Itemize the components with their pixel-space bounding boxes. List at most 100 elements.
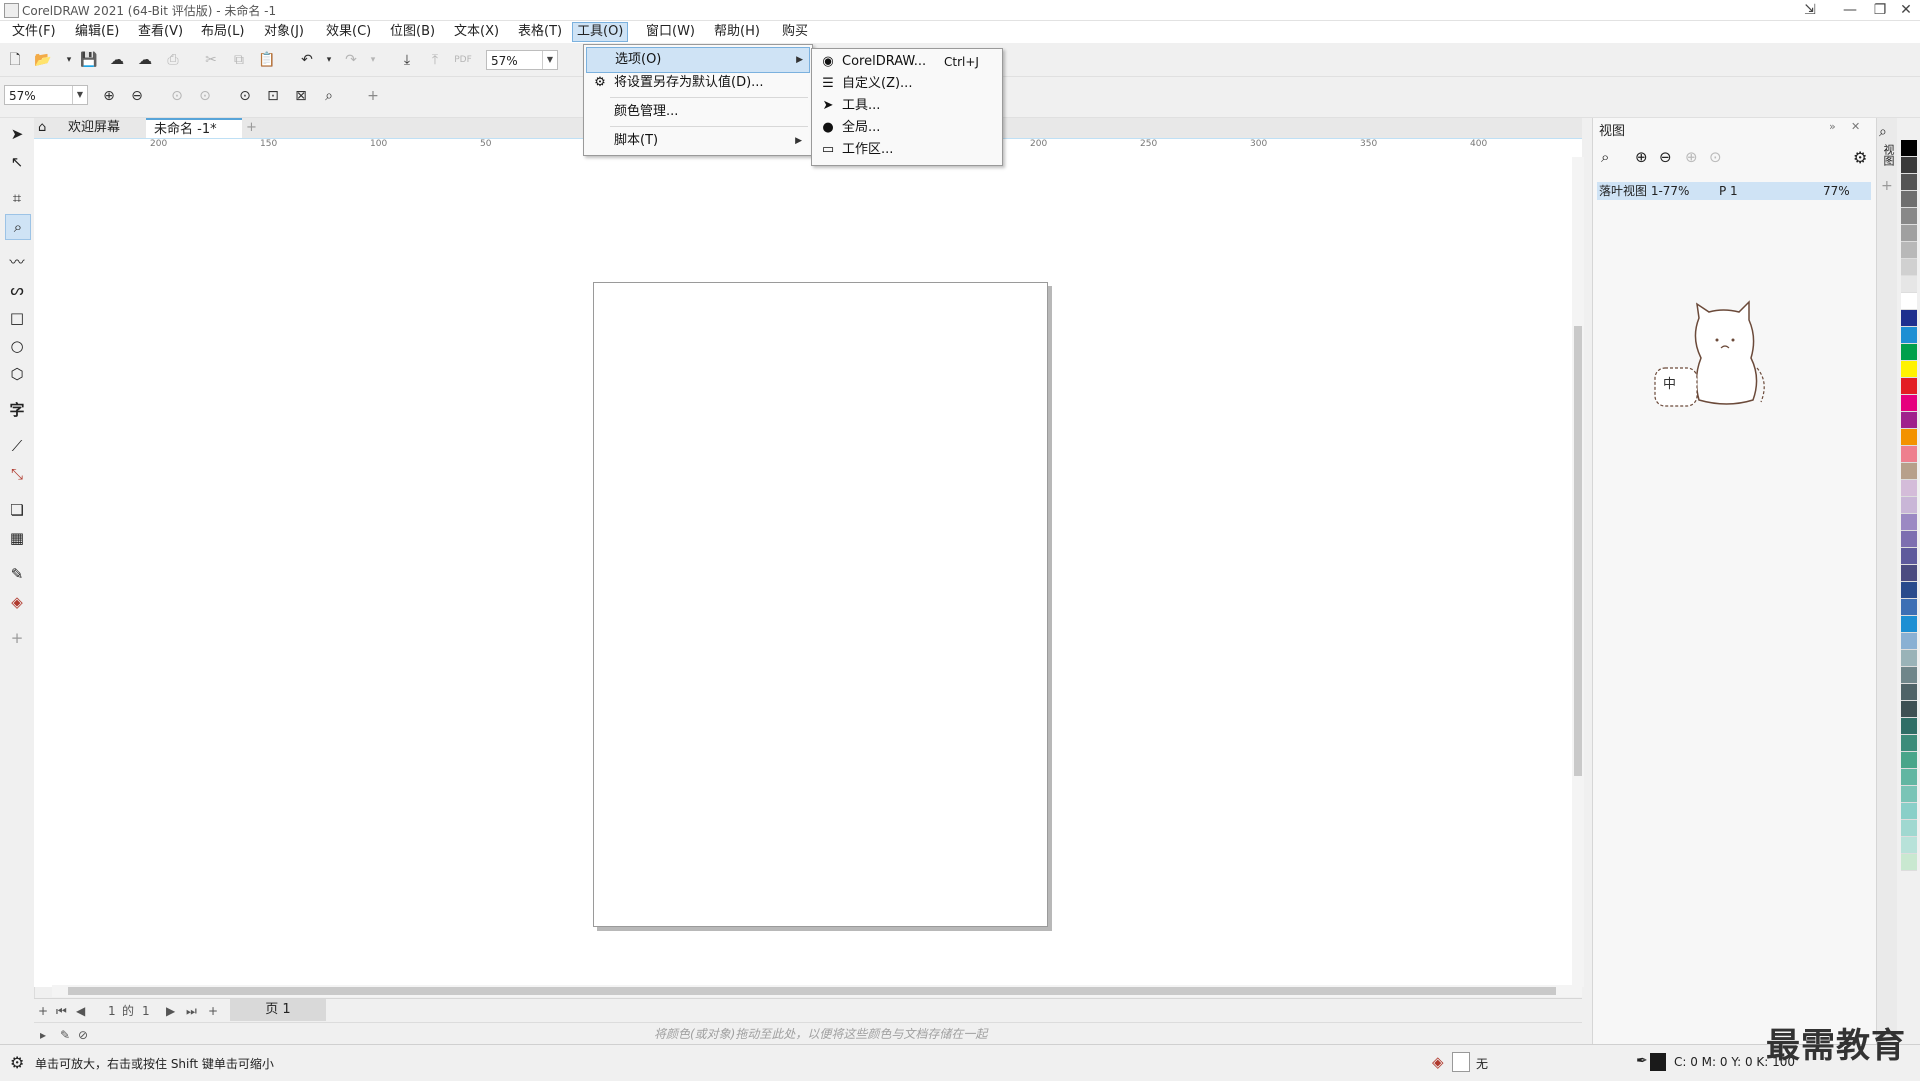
palette-swatch[interactable] xyxy=(1901,344,1917,361)
menu-item-tools-options[interactable]: ➤ 工具... xyxy=(814,95,1000,117)
outline-color-swatch[interactable] xyxy=(1650,1053,1666,1071)
palette-swatch[interactable] xyxy=(1901,837,1917,854)
palette-swatch[interactable] xyxy=(1901,242,1917,259)
close-button[interactable]: ✕ xyxy=(1892,0,1920,20)
first-page-icon[interactable]: ⏮ xyxy=(56,1001,67,1021)
menu-item-workspace[interactable]: ▭ 工作区... xyxy=(814,139,1000,161)
palette-swatch[interactable] xyxy=(1901,429,1917,446)
pen-outline-icon[interactable]: ✒ xyxy=(1636,1053,1648,1069)
palette-swatch[interactable] xyxy=(1901,769,1917,786)
palette-swatch[interactable] xyxy=(1901,191,1917,208)
new-document-icon[interactable]: 🗋 xyxy=(4,49,26,71)
drop-shadow-tool-icon[interactable]: ❏ xyxy=(5,498,29,522)
menu-item-options[interactable]: 选项(O) ▶ xyxy=(586,47,810,73)
next-page-icon[interactable]: ▶ xyxy=(166,1001,175,1021)
palette-swatch[interactable] xyxy=(1901,480,1917,497)
zoom-to-page-icon[interactable]: ⊙ xyxy=(234,85,256,107)
gear-icon[interactable]: ⚙ xyxy=(1853,148,1867,167)
palette-swatch[interactable] xyxy=(1901,582,1917,599)
zoom-in-icon[interactable]: ⊕ xyxy=(98,85,120,107)
palette-swatch[interactable] xyxy=(1901,395,1917,412)
last-page-icon[interactable]: ⏭ xyxy=(186,1001,197,1021)
vertical-ruler[interactable] xyxy=(34,157,53,987)
palette-swatch[interactable] xyxy=(1901,446,1917,463)
menu-item-scripts[interactable]: 脚本(T) ▶ xyxy=(586,129,808,153)
publish-pdf-icon[interactable]: PDF xyxy=(452,49,474,71)
restore-panel-icon[interactable]: ⇲ xyxy=(1796,0,1824,20)
zoom-in-icon[interactable]: ⊕ xyxy=(1635,148,1648,166)
palette-swatch[interactable] xyxy=(1901,616,1917,633)
add-page-before-icon[interactable]: + xyxy=(38,1001,48,1021)
palette-swatch[interactable] xyxy=(1901,140,1917,157)
prop-zoom-combo[interactable]: 57% ▼ xyxy=(4,85,88,105)
tab-current-document[interactable]: 未命名 -1* xyxy=(146,118,242,138)
collapse-docker-icon[interactable]: » xyxy=(1829,120,1836,133)
page-tab[interactable]: 页 1 xyxy=(230,999,326,1021)
zoom-page-height-icon[interactable]: ⊠ xyxy=(290,85,312,107)
menu-table[interactable]: 表格(T) xyxy=(514,23,566,41)
palette-swatch[interactable] xyxy=(1901,225,1917,242)
menu-item-save-defaults[interactable]: ⚙ 将设置另存为默认值(D)... xyxy=(586,71,808,95)
interactive-fill-tool-icon[interactable]: ◈ xyxy=(5,590,29,614)
palette-swatch[interactable] xyxy=(1901,531,1917,548)
menu-tools[interactable]: 工具(O) xyxy=(572,22,629,42)
menu-layout[interactable]: 布局(L) xyxy=(197,23,248,41)
crop-tool-icon[interactable]: ⌗ xyxy=(5,186,29,210)
zoom-out-icon[interactable]: ⊖ xyxy=(126,85,148,107)
fill-swatch-none[interactable] xyxy=(1452,1052,1470,1072)
maximize-button[interactable]: ❐ xyxy=(1866,0,1894,20)
pan-zoom-icon[interactable]: ⌕ xyxy=(318,85,340,107)
add-tool-icon[interactable]: + xyxy=(5,626,29,650)
eyedropper-tool-icon[interactable]: ✎ xyxy=(5,562,29,586)
palette-swatch[interactable] xyxy=(1901,327,1917,344)
palette-swatch[interactable] xyxy=(1901,378,1917,395)
palette-swatch[interactable] xyxy=(1901,497,1917,514)
palette-swatch[interactable] xyxy=(1901,803,1917,820)
palette-swatch[interactable] xyxy=(1901,412,1917,429)
menu-item-customize[interactable]: ☰ 自定义(Z)... xyxy=(814,73,1000,95)
palette-swatch[interactable] xyxy=(1901,701,1917,718)
palette-swatch[interactable] xyxy=(1901,854,1917,871)
menu-view[interactable]: 查看(V) xyxy=(134,23,187,41)
zoom-all-objects-icon[interactable]: ⊙ xyxy=(194,85,216,107)
palette-swatch[interactable] xyxy=(1901,514,1917,531)
undo-dropdown-icon[interactable]: ▾ xyxy=(318,49,340,71)
palette-swatch[interactable] xyxy=(1901,157,1917,174)
palette-swatch[interactable] xyxy=(1901,667,1917,684)
undo-icon[interactable]: ↶ xyxy=(296,49,318,71)
cloud-download-icon[interactable]: ☁ xyxy=(106,49,128,71)
palette-swatch[interactable] xyxy=(1901,259,1917,276)
redo-icon[interactable]: ↷ xyxy=(340,49,362,71)
zoom-level-combo[interactable]: 57% ▼ xyxy=(486,50,558,70)
cut-icon[interactable]: ✂ xyxy=(200,49,222,71)
gear-icon[interactable]: ⚙ xyxy=(10,1053,24,1072)
cloud-upload-icon[interactable]: ☁ xyxy=(134,49,156,71)
menu-text[interactable]: 文本(X) xyxy=(450,23,503,41)
minimize-button[interactable]: — xyxy=(1836,0,1864,20)
chevron-down-icon[interactable]: ▼ xyxy=(72,86,87,104)
menu-item-color-management[interactable]: 颜色管理... xyxy=(586,100,808,124)
export-icon[interactable]: ⤒ xyxy=(424,49,446,71)
palette-swatch[interactable] xyxy=(1901,565,1917,582)
tab-welcome-screen[interactable]: 欢迎屏幕 xyxy=(60,118,128,138)
close-docker-icon[interactable]: ✕ xyxy=(1851,120,1860,133)
view-list-item[interactable]: 落叶视图 1-77% P 1 77% xyxy=(1597,182,1871,200)
menu-edit[interactable]: 编辑(E) xyxy=(71,23,123,41)
palette-swatch[interactable] xyxy=(1901,633,1917,650)
zoom-selected-icon[interactable]: ⊙ xyxy=(166,85,188,107)
no-color-swatch[interactable]: ⊘ xyxy=(78,1025,88,1045)
ellipse-tool-icon[interactable]: ○ xyxy=(5,334,29,358)
redo-dropdown-icon[interactable]: ▾ xyxy=(362,49,384,71)
palette-swatch[interactable] xyxy=(1901,718,1917,735)
zoom-fit-icon[interactable]: ⊕ xyxy=(1685,148,1698,166)
menu-window[interactable]: 窗口(W) xyxy=(642,23,699,41)
chevron-down-icon[interactable]: ▼ xyxy=(542,51,557,69)
new-tab-icon[interactable]: + xyxy=(238,118,265,138)
menu-help[interactable]: 帮助(H) xyxy=(710,23,764,41)
palette-swatch[interactable] xyxy=(1901,208,1917,225)
zoom-page-width-icon[interactable]: ⊡ xyxy=(262,85,284,107)
menu-object[interactable]: 对象(J) xyxy=(260,23,308,41)
palette-swatch[interactable] xyxy=(1901,650,1917,667)
add-docker-icon[interactable]: + xyxy=(1881,178,1893,194)
save-icon[interactable]: 💾 xyxy=(78,49,100,71)
